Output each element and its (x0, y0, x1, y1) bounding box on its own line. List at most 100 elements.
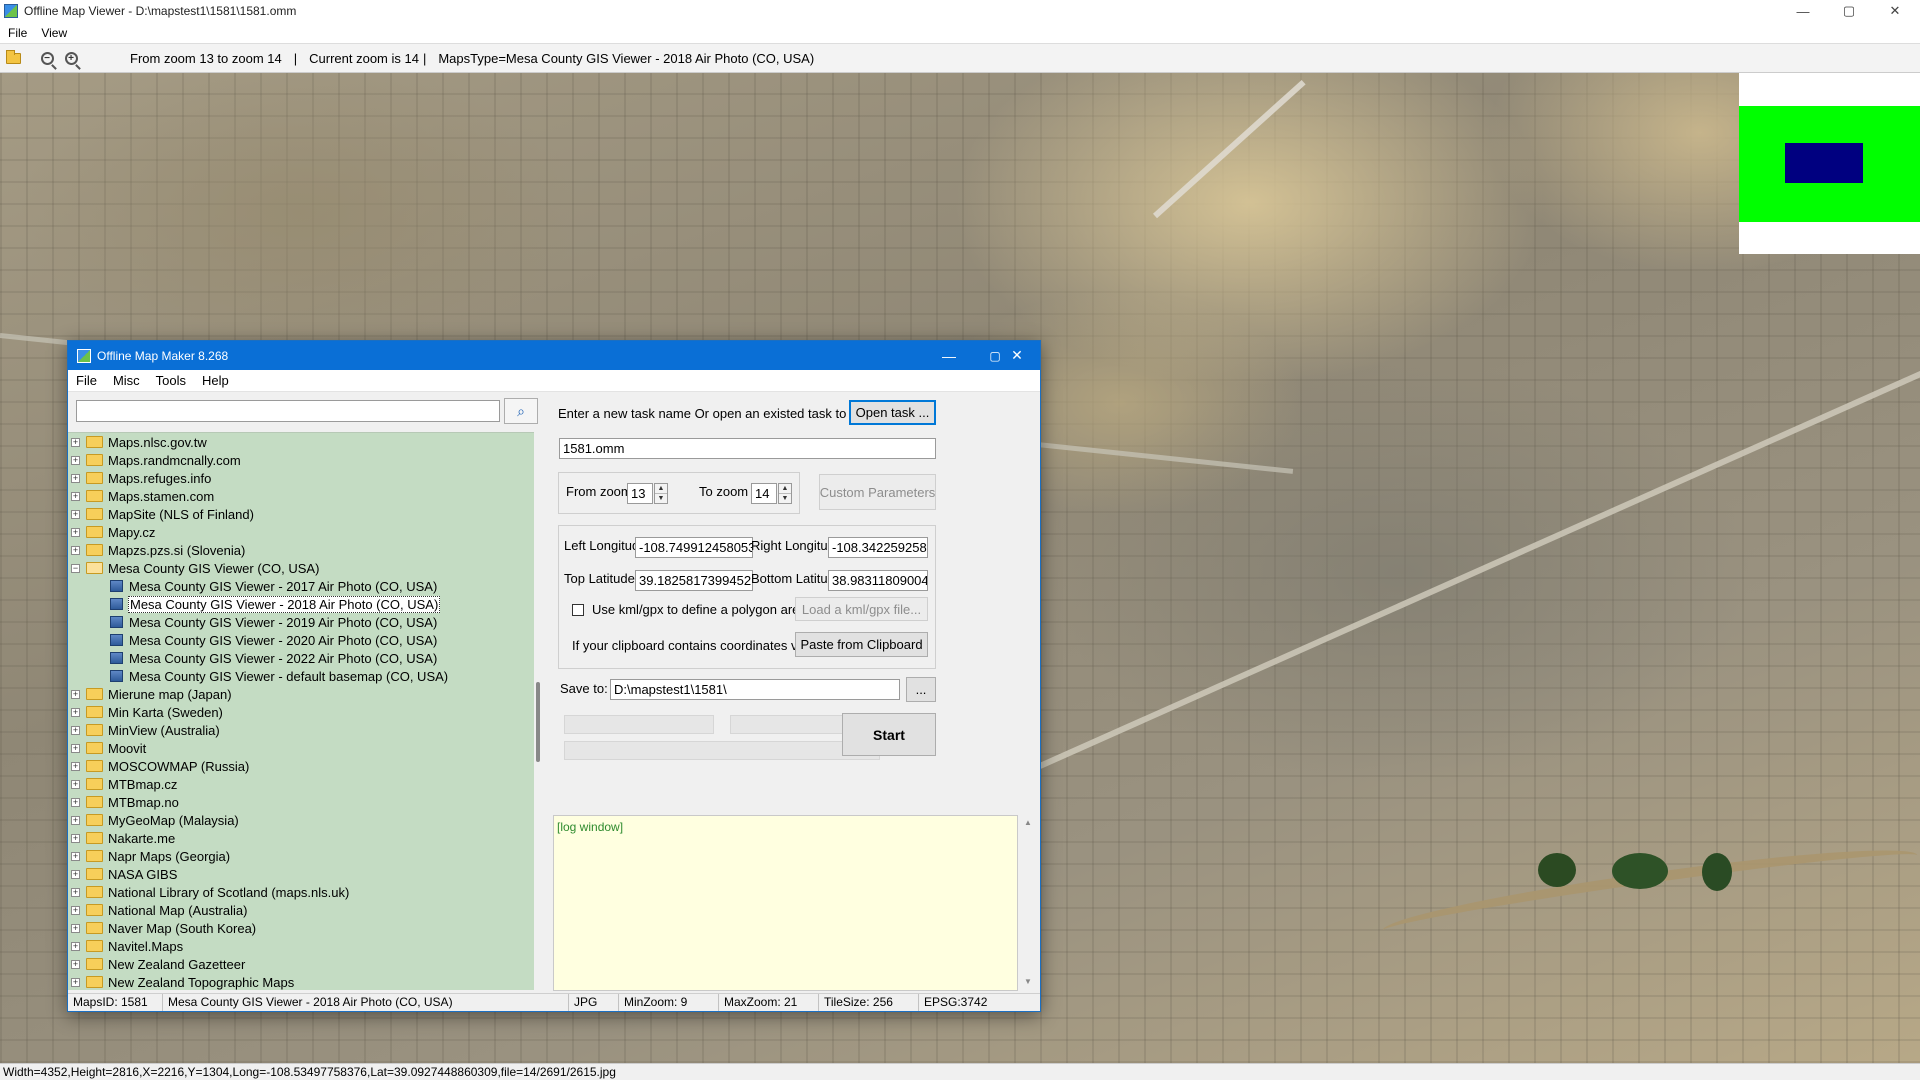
start-button[interactable]: Start (842, 713, 936, 756)
dialog-minimize-button[interactable]: — (926, 341, 972, 370)
open-task-button[interactable]: Open task ... (849, 400, 936, 425)
expand-icon[interactable]: + (71, 510, 80, 519)
expand-icon[interactable]: + (71, 780, 80, 789)
tree-map-item[interactable]: Mesa County GIS Viewer - 2019 Air Photo … (68, 613, 534, 631)
tree-folder-item[interactable]: +Min Karta (Sweden) (68, 703, 534, 721)
tree-folder-item[interactable]: +MTBmap.cz (68, 775, 534, 793)
custom-parameters-button[interactable]: Custom Parameters (819, 474, 936, 510)
tree-folder-item[interactable]: +Mapzs.pzs.si (Slovenia) (68, 541, 534, 559)
task-name-input[interactable]: 1581.omm (559, 438, 936, 459)
expand-icon[interactable]: + (71, 726, 80, 735)
close-button[interactable]: ✕ (1872, 0, 1918, 22)
tree-folder-item[interactable]: +MyGeoMap (Malaysia) (68, 811, 534, 829)
right-longitude-input[interactable]: -108.34225925864 (828, 537, 928, 558)
left-longitude-input[interactable]: -108.749912458053 (635, 537, 753, 558)
tree-folder-item[interactable]: +MinView (Australia) (68, 721, 534, 739)
overview-minimap[interactable] (1739, 73, 1920, 254)
tree-map-item[interactable]: Mesa County GIS Viewer - default basemap… (68, 667, 534, 685)
menu-file[interactable]: File (8, 26, 27, 40)
tree-folder-item[interactable]: −Mesa County GIS Viewer (CO, USA) (68, 559, 534, 577)
expand-icon[interactable]: + (71, 906, 80, 915)
map-pond (1538, 853, 1576, 887)
expand-icon[interactable]: + (71, 816, 80, 825)
zoom-in-icon[interactable]: + (60, 47, 82, 69)
tree-folder-item[interactable]: +MapSite (NLS of Finland) (68, 505, 534, 523)
expand-icon[interactable]: + (71, 924, 80, 933)
tree-folder-item[interactable]: +Maps.randmcnally.com (68, 451, 534, 469)
dialog-menu-tools[interactable]: Tools (156, 373, 186, 388)
expand-icon[interactable]: + (71, 960, 80, 969)
maximize-button[interactable]: ▢ (1826, 0, 1872, 22)
scroll-down-icon[interactable]: ▼ (1024, 977, 1032, 986)
tree-scrollbar-thumb[interactable] (536, 682, 540, 762)
paste-clipboard-button[interactable]: Paste from Clipboard (795, 632, 928, 657)
tree-folder-item[interactable]: +Moovit (68, 739, 534, 757)
dialog-menu-help[interactable]: Help (202, 373, 229, 388)
expand-icon[interactable]: + (71, 888, 80, 897)
tree-folder-item[interactable]: +Navitel.Maps (68, 937, 534, 955)
expand-icon[interactable]: + (71, 852, 80, 861)
tree-scrollbar[interactable] (534, 432, 543, 990)
expand-icon[interactable]: + (71, 798, 80, 807)
tree-folder-item[interactable]: +MOSCOWMAP (Russia) (68, 757, 534, 775)
collapse-icon[interactable]: − (71, 564, 80, 573)
expand-icon[interactable]: + (71, 456, 80, 465)
zoom-out-icon[interactable]: − (36, 47, 58, 69)
expand-icon[interactable]: + (71, 762, 80, 771)
expand-icon[interactable]: + (71, 942, 80, 951)
log-window[interactable]: [log window] (553, 815, 1018, 991)
browse-button[interactable]: ... (906, 677, 936, 702)
minimap-viewport[interactable] (1785, 143, 1863, 183)
tree-map-item[interactable]: Mesa County GIS Viewer - 2022 Air Photo … (68, 649, 534, 667)
tree-folder-item[interactable]: +NASA GIBS (68, 865, 534, 883)
expand-icon[interactable]: + (71, 978, 80, 987)
tree-folder-item[interactable]: +Maps.nlsc.gov.tw (68, 433, 534, 451)
scroll-up-icon[interactable]: ▲ (1024, 818, 1032, 827)
open-folder-icon[interactable] (2, 47, 24, 69)
search-input[interactable] (76, 400, 500, 422)
expand-icon[interactable]: + (71, 744, 80, 753)
expand-icon[interactable]: + (71, 438, 80, 447)
top-latitude-input[interactable]: 39.1825817399452 (635, 570, 753, 591)
tree-item-label: Maps.refuges.info (108, 471, 211, 486)
tree-folder-item[interactable]: +Nakarte.me (68, 829, 534, 847)
expand-icon[interactable]: + (71, 834, 80, 843)
dialog-menu-file[interactable]: File (76, 373, 97, 388)
expand-icon[interactable]: + (71, 546, 80, 555)
bottom-latitude-input[interactable]: 38.9831180900453 (828, 570, 928, 591)
menu-view[interactable]: View (41, 26, 67, 40)
tree-folder-item[interactable]: +National Map (Australia) (68, 901, 534, 919)
tree-map-item[interactable]: Mesa County GIS Viewer - 2017 Air Photo … (68, 577, 534, 595)
expand-icon[interactable]: + (71, 690, 80, 699)
maps-tree[interactable]: +Maps.nlsc.gov.tw+Maps.randmcnally.com+M… (68, 432, 534, 990)
tree-map-item[interactable]: Mesa County GIS Viewer - 2018 Air Photo … (68, 595, 534, 613)
expand-icon[interactable]: + (71, 708, 80, 717)
save-to-input[interactable]: D:\mapstest1\1581\ (610, 679, 900, 700)
to-zoom-spinner[interactable]: ▲▼ (778, 483, 792, 504)
kml-checkbox[interactable] (572, 604, 584, 616)
tree-folder-item[interactable]: +New Zealand Gazetteer (68, 955, 534, 973)
from-zoom-spinner[interactable]: ▲▼ (654, 483, 668, 504)
tree-folder-item[interactable]: +Mapy.cz (68, 523, 534, 541)
search-button[interactable]: ⌕ (504, 398, 538, 424)
dialog-close-button[interactable]: ✕ (994, 341, 1040, 370)
tree-folder-item[interactable]: +Maps.stamen.com (68, 487, 534, 505)
expand-icon[interactable]: + (71, 474, 80, 483)
tree-folder-item[interactable]: + Maps.refuges.info (68, 469, 534, 487)
tree-folder-item[interactable]: +Mierune map (Japan) (68, 685, 534, 703)
tree-folder-item[interactable]: +MTBmap.no (68, 793, 534, 811)
expand-icon[interactable]: + (71, 870, 80, 879)
expand-icon[interactable]: + (71, 528, 80, 537)
expand-icon[interactable]: + (71, 492, 80, 501)
tree-folder-item[interactable]: +National Library of Scotland (maps.nls.… (68, 883, 534, 901)
from-zoom-input[interactable]: 13 (627, 483, 653, 504)
load-kml-button[interactable]: Load a kml/gpx file... (795, 597, 928, 621)
tree-map-item[interactable]: Mesa County GIS Viewer - 2020 Air Photo … (68, 631, 534, 649)
minimize-button[interactable]: — (1780, 0, 1826, 22)
to-zoom-input[interactable]: 14 (751, 483, 777, 504)
tree-folder-item[interactable]: +New Zealand Topographic Maps (68, 973, 534, 990)
tree-folder-item[interactable]: +Naver Map (South Korea) (68, 919, 534, 937)
dialog-menu-misc[interactable]: Misc (113, 373, 140, 388)
log-scrollbar[interactable]: ▲ ▼ (1018, 815, 1040, 991)
tree-folder-item[interactable]: +Napr Maps (Georgia) (68, 847, 534, 865)
